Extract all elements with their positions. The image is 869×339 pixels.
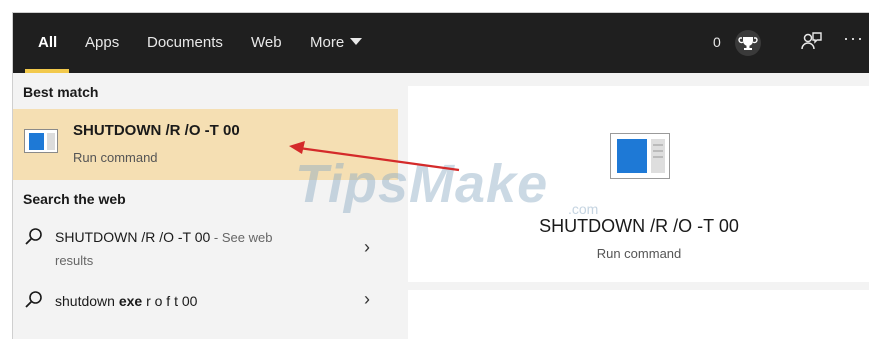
web-result-text: shutdown exe r o f t 00 (55, 290, 197, 312)
search-window: All Apps Documents Web More 0 ··· Best m… (12, 12, 869, 339)
trophy-glyph (738, 37, 758, 50)
feedback-glyph (801, 32, 822, 50)
icon-side-panel (47, 133, 55, 150)
run-command-large-icon (610, 133, 670, 179)
web-result-query-prefix: shutdown (55, 293, 119, 309)
run-command-icon (24, 129, 58, 153)
web-result-suffix-2: results (55, 253, 94, 268)
more-options-icon[interactable]: ··· (843, 28, 864, 49)
web-result-query-bold: exe (118, 293, 143, 309)
search-web-heading: Search the web (23, 191, 126, 207)
trophy-icon[interactable] (735, 30, 761, 56)
tab-all[interactable]: All (38, 34, 57, 51)
icon-blue-panel (29, 133, 44, 150)
preview-title: SHUTDOWN /R /O -T 00 (539, 216, 739, 236)
web-result-text: SHUTDOWN /R /O -T 00 - See web results (55, 226, 272, 272)
icon-line (653, 156, 663, 158)
search-icon (25, 228, 42, 245)
web-result-suffix: - See web (210, 230, 273, 245)
web-result[interactable]: shutdown exe r o f t 00 › (13, 287, 398, 317)
icon-line (653, 144, 663, 146)
chevron-right-icon[interactable]: › (364, 237, 370, 258)
tab-web[interactable]: Web (251, 34, 282, 51)
results-pane: Best match SHUTDOWN /R /O -T 00 Run comm… (13, 73, 398, 339)
search-icon (25, 291, 42, 308)
preview-pane: SHUTDOWN /R /O -T 00 Run command (408, 86, 869, 282)
chevron-right-icon[interactable]: › (364, 289, 370, 310)
preview-actions-area (408, 290, 869, 339)
best-match-heading: Best match (23, 84, 99, 100)
chevron-down-icon (350, 38, 363, 45)
feedback-icon[interactable] (799, 30, 823, 54)
tab-more-label: More (310, 34, 345, 51)
tab-documents[interactable]: Documents (147, 34, 223, 51)
web-result-query-rest: r o f t 00 (142, 293, 198, 309)
icon-line (653, 150, 663, 152)
tab-more[interactable]: More (310, 34, 363, 51)
preview-subtitle: Run command (596, 246, 682, 261)
web-result-query: SHUTDOWN /R /O -T 00 (55, 229, 211, 245)
web-result[interactable]: SHUTDOWN /R /O -T 00 - See web results › (13, 225, 398, 275)
search-filter-bar: All Apps Documents Web More 0 ··· (13, 13, 869, 73)
best-match-subtitle: Run command (73, 150, 158, 165)
tab-apps[interactable]: Apps (85, 34, 119, 51)
best-match-title: SHUTDOWN /R /O -T 00 (73, 122, 240, 139)
rewards-points: 0 (713, 34, 721, 50)
best-match-result[interactable]: SHUTDOWN /R /O -T 00 Run command (13, 109, 398, 180)
icon-blue-panel (617, 139, 647, 173)
